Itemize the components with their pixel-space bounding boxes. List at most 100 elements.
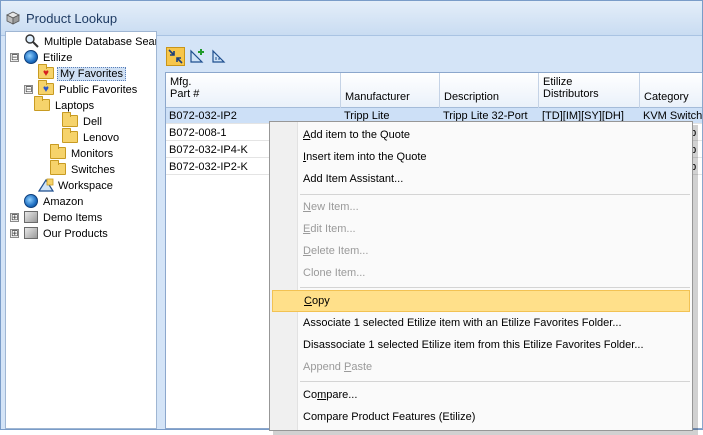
- tree-item-label: Amazon: [43, 196, 84, 208]
- tree-item-workspace[interactable]: Workspace: [38, 178, 115, 194]
- menu-item-copy[interactable]: Copy: [272, 290, 690, 312]
- tree-item-label: Workspace: [58, 180, 113, 192]
- menu-item-text: dd item to the Quote: [310, 129, 411, 141]
- folder-icon: [62, 128, 78, 143]
- menu-item-edit-item[interactable]: Edit Item...: [272, 218, 690, 240]
- box-icon: [24, 227, 38, 239]
- tree-item-label: Multiple Database Sear: [44, 36, 157, 48]
- menu-item-text: ew Item...: [310, 201, 359, 213]
- ruler-triangle-button[interactable]: [210, 47, 229, 66]
- menu-item-text: dit Item...: [310, 223, 356, 235]
- collapse-arrows-icon: [168, 49, 183, 64]
- tree-item-multiple-database-search[interactable]: Multiple Database Sear: [24, 34, 157, 50]
- add-triangle-icon: [190, 49, 204, 63]
- column-header-line: Description: [444, 91, 500, 103]
- collapse-arrows-button[interactable]: [166, 47, 185, 66]
- tree-item-our-products[interactable]: Our Products: [24, 226, 110, 242]
- tree-item-label: Dell: [83, 116, 102, 128]
- menu-item-clone-item[interactable]: Clone Item...: [272, 262, 690, 284]
- product-box-icon: [6, 11, 20, 25]
- tree-item-label: Etilize: [43, 52, 73, 64]
- menu-item-delete-item[interactable]: Delete Item...: [272, 240, 690, 262]
- collapse-toggle-icon[interactable]: ⊟: [10, 53, 19, 62]
- tree-item-label: Lenovo: [83, 132, 120, 144]
- column-header-description[interactable]: Description: [440, 73, 539, 108]
- add-triangle-button[interactable]: [188, 47, 207, 66]
- menu-item-text: Co: [303, 389, 318, 401]
- folder-icon: [50, 144, 66, 159]
- menu-item-text: elete Item...: [310, 245, 369, 257]
- menu-item-text: Append: [303, 361, 344, 373]
- menu-separator: [300, 194, 690, 195]
- folder-icon: [50, 160, 66, 175]
- menu-item-accelerator: m: [317, 389, 327, 401]
- expand-toggle-icon[interactable]: ⊞: [10, 213, 19, 222]
- heart-folder-icon: ♥: [38, 64, 54, 79]
- menu-item-compare[interactable]: Compare...: [272, 384, 690, 406]
- tree-item-demo-items[interactable]: Demo Items: [24, 210, 104, 226]
- menu-item-text: Add Item Assistant...: [303, 173, 404, 185]
- menu-item-insert-into-quote[interactable]: Insert item into the Quote: [272, 146, 690, 168]
- tree-item-switches[interactable]: Switches: [50, 160, 117, 178]
- expand-toggle-icon[interactable]: ⊞: [10, 229, 19, 238]
- menu-item-add-item-assistant[interactable]: Add Item Assistant...: [272, 168, 690, 190]
- tree-item-amazon[interactable]: Amazon: [24, 194, 85, 210]
- category-tree[interactable]: Multiple Database Sear ⊟ Etilize ♥ My Fav…: [5, 31, 157, 429]
- menu-item-text: Clone Item...: [303, 267, 366, 279]
- column-header-line: Mfg.: [170, 76, 192, 88]
- menu-item-append-paste[interactable]: Append Paste: [272, 356, 690, 378]
- column-header-line: Distributors: [543, 88, 599, 100]
- menu-item-accelerator: C: [304, 295, 312, 307]
- menu-item-disassociate-favorites[interactable]: Disassociate 1 selected Etilize item fro…: [272, 334, 690, 356]
- menu-item-new-item[interactable]: New Item...: [272, 196, 690, 218]
- menu-separator: [300, 381, 690, 382]
- menu-item-associate-favorites[interactable]: Associate 1 selected Etilize item with a…: [272, 312, 690, 334]
- ruler-triangle-icon: [212, 49, 226, 63]
- box-icon: [24, 211, 38, 223]
- context-menu: Add item to the Quote Insert item into t…: [269, 121, 693, 431]
- column-header-manufacturer[interactable]: Manufacturer: [341, 73, 440, 108]
- menu-item-text: aste: [351, 361, 373, 373]
- tree-item-my-favorites[interactable]: ♥ My Favorites: [38, 64, 126, 82]
- tree-item-label: Laptops: [55, 100, 95, 112]
- folder-open-icon: [34, 96, 50, 111]
- menu-item-text: Associate 1 selected Etilize item with a…: [303, 317, 622, 329]
- menu-item-accelerator: N: [303, 201, 311, 213]
- tree-item-lenovo[interactable]: Lenovo: [62, 128, 121, 146]
- tree-item-label: Demo Items: [43, 212, 103, 224]
- menu-item-add-to-quote[interactable]: Add item to the Quote: [272, 124, 690, 146]
- menu-item-text: nsert item into the Quote: [306, 151, 427, 163]
- workspace-icon: [38, 178, 54, 192]
- collapse-toggle-icon[interactable]: ⊟: [24, 85, 33, 94]
- column-header-category[interactable]: Category: [640, 73, 702, 108]
- column-header-line: Etilize: [543, 76, 573, 88]
- grid-header: Mfg. Part # Manufacturer Description Eti…: [166, 73, 702, 108]
- tree-item-monitors[interactable]: Monitors: [50, 144, 115, 162]
- globe-icon: [24, 194, 38, 208]
- heart-folder-icon: ♥: [38, 80, 54, 95]
- magnifier-icon: [25, 34, 39, 48]
- tree-item-label: My Favorites: [57, 67, 126, 81]
- menu-item-text: Compare Product Features (Etilize): [303, 411, 476, 423]
- menu-separator: [300, 287, 690, 288]
- product-lookup-window: Product Lookup Multiple Database Sear ⊟ …: [0, 0, 703, 435]
- column-header-distributors[interactable]: Etilize Distributors: [539, 73, 640, 108]
- menu-item-accelerator: D: [303, 245, 311, 257]
- globe-icon: [24, 50, 38, 64]
- window-title: Product Lookup: [26, 11, 118, 26]
- tree-item-label: Switches: [71, 164, 116, 176]
- tree-item-label: Our Products: [43, 228, 108, 240]
- tree-item-etilize[interactable]: Etilize: [24, 50, 74, 66]
- tree-item-label: Monitors: [71, 148, 114, 160]
- menu-item-text: pare...: [326, 389, 358, 401]
- grid-toolbar: [166, 47, 236, 67]
- column-header-part[interactable]: Mfg. Part #: [166, 73, 341, 108]
- menu-item-text: Disassociate 1 selected Etilize item fro…: [303, 339, 644, 351]
- menu-item-compare-product-features[interactable]: Compare Product Features (Etilize): [272, 406, 690, 428]
- tree-item-label: Public Favorites: [59, 84, 138, 96]
- menu-item-text: opy: [311, 295, 330, 307]
- tree-item-public-favorites[interactable]: ♥ Public Favorites: [38, 80, 139, 98]
- column-header-line: Part #: [170, 88, 200, 100]
- folder-icon: [62, 112, 78, 127]
- column-header-line: Manufacturer: [345, 91, 410, 103]
